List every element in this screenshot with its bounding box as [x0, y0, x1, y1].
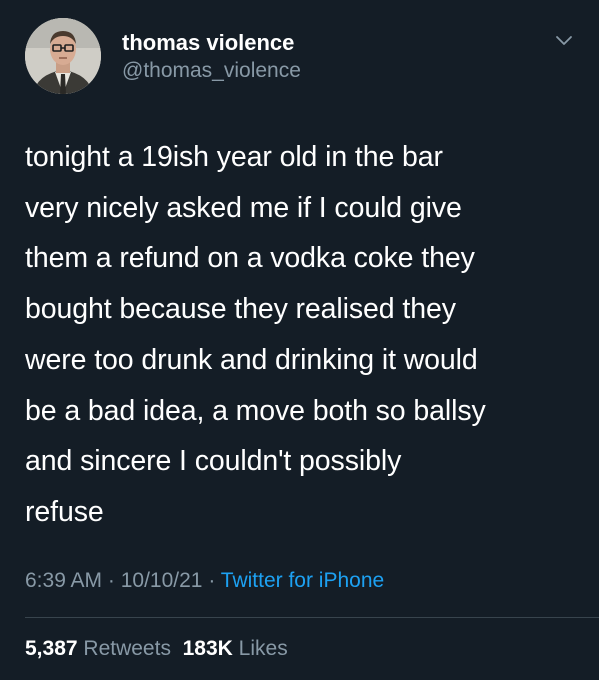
tweet-stats: 5,387 Retweets 183K Likes: [25, 637, 288, 661]
tweet-text-line: be a bad idea, a move both so ballsy: [25, 394, 486, 427]
retweets-stat[interactable]: 5,387 Retweets: [25, 637, 171, 660]
meta-separator: ·: [202, 569, 221, 592]
tweet-card: thomas violence @thomas_violence tonight…: [0, 0, 599, 680]
avatar[interactable]: [25, 18, 101, 94]
tweet-text-line: very nicely asked me if I could give: [25, 191, 462, 224]
divider: [25, 617, 599, 618]
tweet-text-line: bought because they realised they: [25, 293, 456, 326]
tweet-text-line: and sincere I couldn't possibly: [25, 445, 402, 478]
tweet-text-line: them a refund on a vodka coke they: [25, 242, 475, 275]
tweet-date[interactable]: 10/10/21: [121, 569, 203, 592]
likes-label: Likes: [238, 637, 288, 660]
chevron-down-icon[interactable]: [552, 28, 576, 52]
tweet-text-line: refuse: [25, 495, 104, 528]
user-handle[interactable]: @thomas_violence: [122, 59, 301, 83]
likes-count: 183K: [182, 637, 233, 660]
retweets-label: Retweets: [83, 637, 171, 660]
meta-separator: ·: [102, 569, 121, 592]
tweet-time[interactable]: 6:39 AM: [25, 569, 102, 592]
retweets-count: 5,387: [25, 637, 78, 660]
likes-stat[interactable]: 183K Likes: [183, 637, 288, 660]
tweet-text: tonight a 19ish year old in the bar very…: [25, 132, 585, 538]
display-name[interactable]: thomas violence: [122, 30, 294, 56]
tweet-source-link[interactable]: Twitter for iPhone: [221, 569, 384, 592]
tweet-text-line: were too drunk and drinking it would: [25, 343, 478, 376]
tweet-text-line: tonight a 19ish year old in the bar: [25, 141, 443, 173]
tweet-meta: 6:39 AM · 10/10/21 · Twitter for iPhone: [25, 569, 384, 593]
